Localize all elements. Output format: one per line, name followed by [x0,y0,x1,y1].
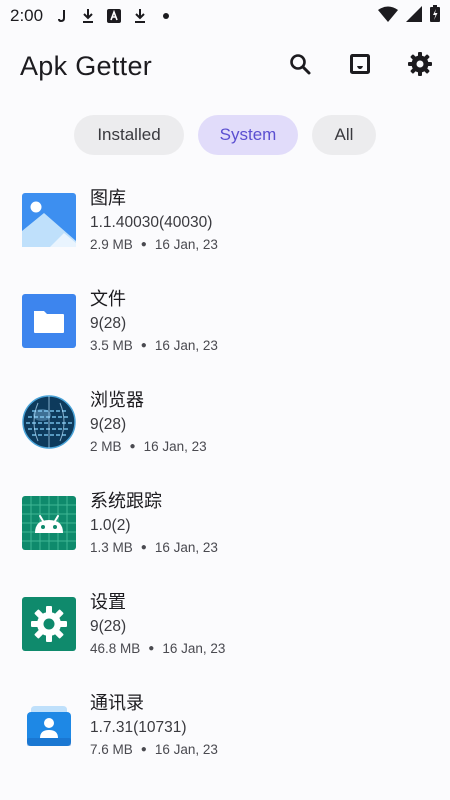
app-list: 图库 1.1.40030(40030) 2.9 MB ● 16 Jan, 23 … [0,169,450,775]
inbox-icon [348,52,372,81]
separator-dot: ● [140,340,147,351]
dot-icon [159,8,173,24]
app-text: 通讯录 1.7.31(10731) 7.6 MB ● 16 Jan, 23 [90,692,218,759]
app-size: 2.9 MB [90,237,133,252]
app-date: 16 Jan, 23 [154,338,218,353]
app-size: 1.3 MB [90,540,133,555]
battery-icon [430,5,440,27]
search-icon [288,52,312,81]
signal-icon [406,5,422,27]
gallery-icon [22,193,76,247]
app-row-system-trace[interactable]: 系统跟踪 1.0(2) 1.3 MB ● 16 Jan, 23 [0,472,450,573]
chip-all[interactable]: All [312,115,376,155]
app-meta: 7.6 MB ● 16 Jan, 23 [90,741,218,759]
app-actions [280,46,440,86]
app-date: 16 Jan, 23 [154,540,218,555]
settings-app-icon [22,597,76,651]
app-version: 1.0(2) [90,517,131,534]
app-text: 系统跟踪 1.0(2) 1.3 MB ● 16 Jan, 23 [90,490,218,557]
notification-icon [55,8,69,24]
app-row-contacts[interactable]: 通讯录 1.7.31(10731) 7.6 MB ● 16 Jan, 23 [0,674,450,775]
app-meta: 1.3 MB ● 16 Jan, 23 [90,539,218,557]
app-name: 系统跟踪 [90,491,162,511]
status-time: 2:00 [10,6,44,25]
chip-installed[interactable]: Installed [74,115,184,155]
app-meta: 2 MB ● 16 Jan, 23 [90,438,207,456]
app-date: 16 Jan, 23 [143,439,207,454]
browser-icon [22,395,76,449]
inbox-button[interactable] [340,46,380,86]
download-icon [133,8,147,24]
status-bar: 2:00 [0,0,450,32]
a-icon [107,8,122,24]
settings-icon [407,51,433,82]
wifi-icon [378,6,398,27]
app-row-gallery[interactable]: 图库 1.1.40030(40030) 2.9 MB ● 16 Jan, 23 [0,169,450,270]
separator-dot: ● [129,441,136,452]
separator-dot: ● [140,744,147,755]
app-name: 图库 [90,188,126,208]
app-text: 浏览器 9(28) 2 MB ● 16 Jan, 23 [90,389,207,456]
app-name: 浏览器 [90,390,144,410]
app-meta: 3.5 MB ● 16 Jan, 23 [90,337,218,355]
status-left: 2:00 [10,6,173,26]
app-date: 16 Jan, 23 [154,237,218,252]
contacts-icon [22,698,76,752]
app-row-browser[interactable]: 浏览器 9(28) 2 MB ● 16 Jan, 23 [0,371,450,472]
app-version: 1.1.40030(40030) [90,214,213,231]
app-date: 16 Jan, 23 [162,641,226,656]
app-version: 9(28) [90,416,127,433]
app-size: 7.6 MB [90,742,133,757]
app-version: 9(28) [90,315,127,332]
filter-chips: Installed System All [0,115,450,155]
separator-dot: ● [140,239,147,250]
separator-dot: ● [148,643,155,654]
app-meta: 46.8 MB ● 16 Jan, 23 [90,640,225,658]
app-name: 文件 [90,289,126,309]
app-text: 设置 9(28) 46.8 MB ● 16 Jan, 23 [90,591,225,658]
app-version: 9(28) [90,618,127,635]
separator-dot: ● [140,542,147,553]
app-row-files[interactable]: 文件 9(28) 3.5 MB ● 16 Jan, 23 [0,270,450,371]
app-title: Apk Getter [20,50,153,81]
app-size: 3.5 MB [90,338,133,353]
app-date: 16 Jan, 23 [154,742,218,757]
android-icon [22,496,76,550]
status-right [378,5,440,27]
download-icon [81,8,95,24]
app-text: 文件 9(28) 3.5 MB ● 16 Jan, 23 [90,288,218,355]
settings-button[interactable] [400,46,440,86]
app-size: 46.8 MB [90,641,141,656]
app-text: 图库 1.1.40030(40030) 2.9 MB ● 16 Jan, 23 [90,187,218,254]
files-icon [22,294,76,348]
chip-system[interactable]: System [198,115,298,155]
app-row-settings[interactable]: 设置 9(28) 46.8 MB ● 16 Jan, 23 [0,573,450,674]
app-version: 1.7.31(10731) [90,719,187,736]
app-bar: Apk Getter [0,36,450,96]
app-name: 通讯录 [90,693,144,713]
app-size: 2 MB [90,439,122,454]
app-meta: 2.9 MB ● 16 Jan, 23 [90,236,218,254]
search-button[interactable] [280,46,320,86]
app-name: 设置 [90,592,126,612]
